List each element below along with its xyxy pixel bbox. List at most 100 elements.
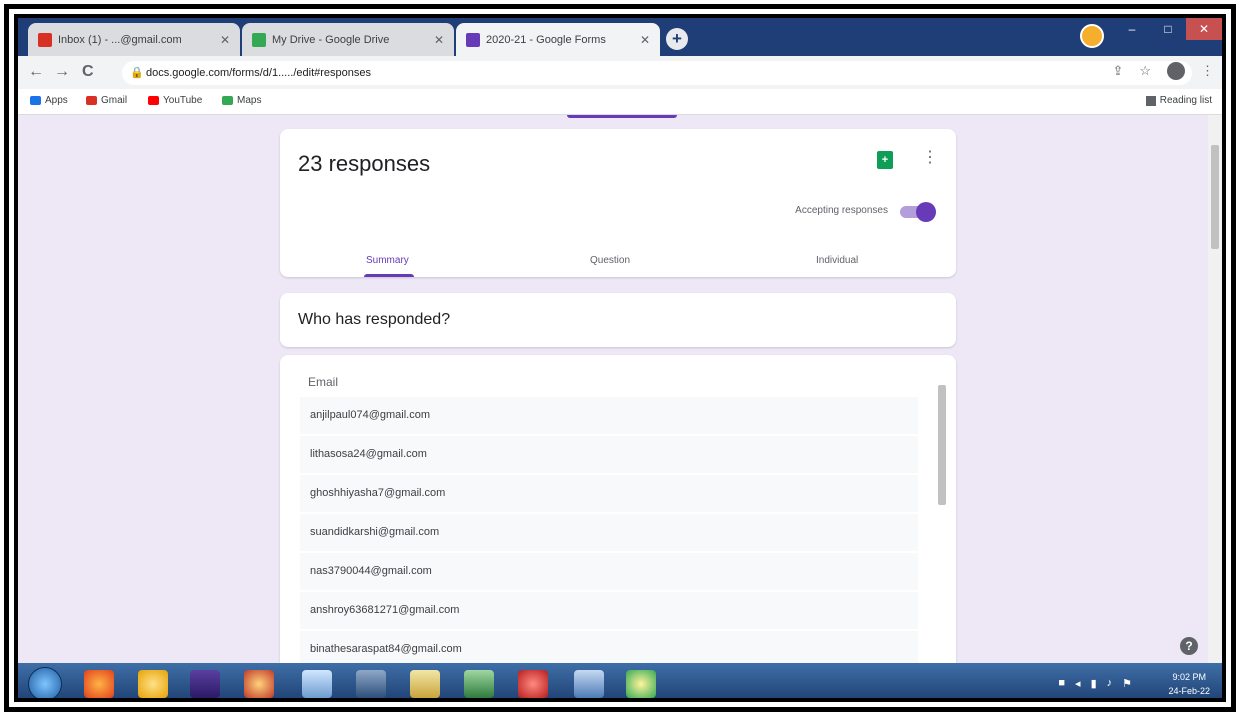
- tab-individual[interactable]: Individual: [816, 255, 858, 266]
- page-scrollbar[interactable]: [1208, 115, 1222, 663]
- close-tab-icon[interactable]: ✕: [220, 33, 230, 47]
- account-icon[interactable]: [1167, 62, 1185, 80]
- responses-count-title: 23 responses: [298, 151, 431, 176]
- accepting-responses-toggle[interactable]: [900, 202, 936, 222]
- app-icon[interactable]: [244, 670, 274, 698]
- lock-icon: 🔒: [130, 67, 144, 79]
- who-responded-title: Who has responded?: [298, 311, 451, 328]
- responses-tabs: Summary Question Individual: [280, 247, 956, 277]
- reading-list-label: Reading list: [1159, 95, 1212, 106]
- help-icon[interactable]: ?: [1180, 637, 1198, 655]
- list-item: anjilpaul074@gmail.com: [300, 397, 918, 434]
- url-text: docs.google.com/forms/d/1...../edit#resp…: [146, 67, 372, 79]
- tab-title: My Drive - Google Drive: [272, 33, 390, 46]
- close-tab-icon[interactable]: ✕: [434, 33, 444, 47]
- list-item: ghoshhiyasha7@gmail.com: [300, 475, 918, 512]
- url-bar[interactable]: 🔒 docs.google.com/forms/d/1...../edit#re…: [122, 61, 1192, 85]
- bookmark-label: Apps: [45, 95, 68, 106]
- tab-question[interactable]: Question: [590, 255, 630, 266]
- chrome-icon[interactable]: [626, 670, 656, 698]
- list-item: lithasosa24@gmail.com: [300, 436, 918, 473]
- media-app-icon[interactable]: [138, 670, 168, 698]
- list-item: suandidkarshi@gmail.com: [300, 514, 918, 551]
- active-tab-underline: [364, 274, 414, 277]
- email-list: anjilpaul074@gmail.com lithasosa24@gmail…: [300, 397, 918, 670]
- maximize-icon[interactable]: □: [1150, 18, 1186, 40]
- youtube-icon: [148, 96, 159, 105]
- page-scrollbar-thumb[interactable]: [1211, 145, 1219, 249]
- clock-date: 24-Feb-22: [1168, 686, 1210, 696]
- tray-app-icon[interactable]: ■: [1058, 677, 1065, 690]
- bookmarks-bar: Apps Gmail YouTube Maps Reading list: [18, 89, 1222, 115]
- accepting-responses-label: Accepting responses: [795, 205, 888, 216]
- responses-card: 23 responses + ⋮ Accepting responses Sum…: [280, 129, 956, 277]
- apps-grid-icon: [30, 96, 41, 105]
- more-options-icon[interactable]: ⋮: [922, 147, 938, 167]
- gmail-icon: [86, 96, 97, 105]
- profile-avatar[interactable]: [1080, 24, 1104, 48]
- email-list-card: Email anjilpaul074@gmail.com lithasosa24…: [280, 355, 956, 675]
- bookmark-apps[interactable]: Apps: [30, 95, 68, 106]
- reading-list[interactable]: Reading list: [1145, 95, 1212, 106]
- tray-network-icon[interactable]: ▮: [1091, 677, 1097, 690]
- bookmark-maps[interactable]: Maps: [222, 95, 261, 106]
- drive-icon: [252, 32, 266, 47]
- back-icon[interactable]: ←: [28, 63, 44, 81]
- list-scrollbar-thumb[interactable]: [938, 385, 946, 505]
- list-scrollbar[interactable]: [938, 367, 946, 667]
- close-window-icon[interactable]: ✕: [1186, 18, 1222, 40]
- clock-time: 9:02 PM: [1172, 672, 1206, 682]
- bookmark-label: Maps: [237, 95, 262, 106]
- menu-kebab-icon[interactable]: ⋮: [1201, 63, 1214, 79]
- browser-actions: ⇪ ☆ ⋮: [1112, 62, 1214, 80]
- bookmark-youtube[interactable]: YouTube: [148, 95, 202, 106]
- gmail-icon: [38, 32, 52, 47]
- window-controls: – □ ✕: [1114, 18, 1222, 42]
- tray-arrow-icon[interactable]: ◂: [1075, 677, 1081, 690]
- explorer-icon[interactable]: [302, 670, 332, 698]
- close-tab-icon[interactable]: ✕: [640, 33, 650, 47]
- toggle-knob: [916, 202, 936, 222]
- firefox-icon[interactable]: [84, 670, 114, 698]
- list-item: anshroy63681271@gmail.com: [300, 592, 918, 629]
- tab-title: 2020-21 - Google Forms: [486, 33, 606, 46]
- browser-tab-bar: Inbox (1) - ...@gmail.com ✕ My Drive - G…: [18, 18, 1222, 56]
- system-tray: ■ ◂ ▮ ♪ ⚑: [1058, 677, 1132, 690]
- minimize-icon[interactable]: –: [1114, 18, 1150, 40]
- reading-list-icon: [1145, 95, 1156, 106]
- start-button[interactable]: [28, 667, 62, 698]
- reload-icon[interactable]: C: [82, 63, 94, 81]
- who-responded-card: Who has responded?: [280, 293, 956, 347]
- taskbar-clock[interactable]: 9:02 PM 24-Feb-22: [1168, 670, 1210, 698]
- network-app-icon[interactable]: [574, 670, 604, 698]
- share-icon[interactable]: ⇪: [1112, 63, 1123, 79]
- email-column-header: Email: [308, 375, 339, 389]
- windows-taskbar: ■ ◂ ▮ ♪ ⚑ 9:02 PM 24-Feb-22: [18, 663, 1222, 698]
- list-item: nas3790044@gmail.com: [300, 553, 918, 590]
- address-row: ← → C 🔒 docs.google.com/forms/d/1...../e…: [18, 56, 1222, 89]
- bookmark-gmail[interactable]: Gmail: [86, 95, 127, 106]
- media-player-icon[interactable]: [190, 670, 220, 698]
- responses-header-indicator: [567, 115, 677, 118]
- tab-summary[interactable]: Summary: [366, 255, 409, 266]
- new-tab-button[interactable]: +: [666, 28, 688, 50]
- tray-flag-icon[interactable]: ⚑: [1122, 677, 1132, 690]
- mail-app-icon[interactable]: [356, 670, 386, 698]
- bookmark-label: YouTube: [163, 95, 203, 106]
- forward-icon[interactable]: →: [54, 63, 70, 81]
- tray-volume-icon[interactable]: ♪: [1107, 677, 1113, 690]
- forms-page: 23 responses + ⋮ Accepting responses Sum…: [18, 115, 1222, 675]
- maps-icon: [222, 96, 233, 105]
- tab-forms[interactable]: 2020-21 - Google Forms ✕: [456, 23, 660, 56]
- tab-gmail[interactable]: Inbox (1) - ...@gmail.com ✕: [28, 23, 240, 56]
- forms-icon: [466, 32, 480, 47]
- tab-title: Inbox (1) - ...@gmail.com: [58, 33, 182, 46]
- sheets-icon[interactable]: +: [877, 151, 893, 169]
- screenshot-frame: Inbox (1) - ...@gmail.com ✕ My Drive - G…: [14, 14, 1226, 702]
- bookmark-label: Gmail: [101, 95, 128, 106]
- opera-icon[interactable]: [518, 670, 548, 698]
- star-icon[interactable]: ☆: [1139, 63, 1151, 79]
- folder-icon[interactable]: [410, 670, 440, 698]
- paint-icon[interactable]: [464, 670, 494, 698]
- tab-drive[interactable]: My Drive - Google Drive ✕: [242, 23, 454, 56]
